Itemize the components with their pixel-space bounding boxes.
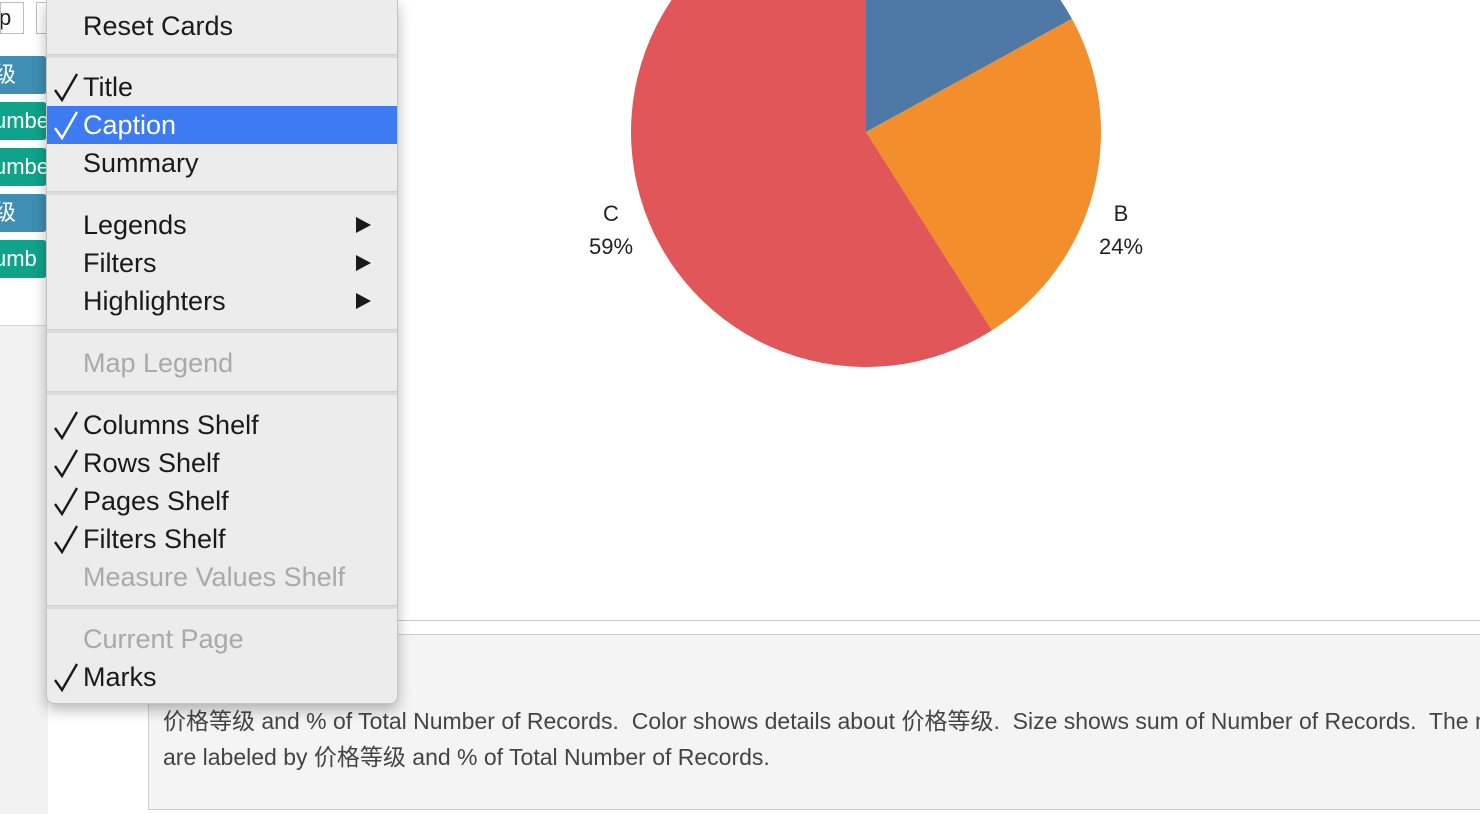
menu-item-filters-shelf[interactable]: Filters Shelf	[47, 520, 397, 558]
field-pill-label: umbe	[0, 154, 47, 179]
menu-item-label: Filters Shelf	[83, 524, 226, 554]
checkmark-icon	[54, 663, 79, 693]
field-pill-5[interactable]: umb	[0, 240, 47, 278]
menu-item-highlighters[interactable]: Highlighters	[47, 282, 397, 320]
menu-item-label: Rows Shelf	[83, 448, 220, 478]
menu-item-label: Pages Shelf	[83, 486, 229, 516]
menu-separator	[47, 54, 397, 58]
submenu-arrow-icon	[356, 217, 371, 233]
field-pill-label: umbe	[0, 108, 47, 133]
menu-item-label: Columns Shelf	[83, 410, 259, 440]
caption-text: 价格等级 and % of Total Number of Records. C…	[163, 708, 1480, 770]
menu-item-caption[interactable]: Caption	[47, 106, 397, 144]
view-divider	[396, 620, 1480, 621]
menu-item-filters[interactable]: Filters	[47, 244, 397, 282]
menu-item-label: Summary	[83, 148, 199, 178]
field-pill-4[interactable]: 级	[0, 194, 47, 232]
sidebar-search-input[interactable]: p	[0, 2, 24, 34]
checkmark-icon	[54, 525, 79, 555]
checkmark-icon	[54, 73, 79, 103]
checkmark-icon	[54, 487, 79, 517]
menu-separator	[47, 391, 397, 395]
slice-label-c-category: C	[603, 201, 619, 226]
submenu-arrow-icon	[356, 255, 371, 271]
menu-item-label: Legends	[83, 210, 187, 240]
menu-separator	[47, 605, 397, 609]
menu-item-label: Marks	[83, 662, 157, 692]
slice-label-b-value: 24%	[1099, 234, 1143, 259]
field-pill-label: umb	[0, 246, 37, 271]
menu-separator	[47, 191, 397, 195]
menu-item-label: Current Page	[83, 624, 244, 654]
menu-item-reset-cards[interactable]: Reset Cards	[47, 7, 397, 45]
field-pill-label: 级	[0, 62, 17, 87]
menu-item-map-legend: Map Legend	[47, 344, 397, 382]
menu-item-label: Map Legend	[83, 348, 234, 378]
left-sidebar: p 级 umbe umbe 级 umb	[0, 0, 48, 814]
menu-item-label: Caption	[83, 110, 177, 140]
show-cards-menu: Reset Cards Title Caption Summary Legend…	[46, 0, 398, 704]
menu-item-label: Highlighters	[83, 286, 226, 316]
menu-item-current-page: Current Page	[47, 620, 397, 658]
menu-item-label: Title	[83, 72, 134, 102]
menu-item-measure-values-shelf: Measure Values Shelf	[47, 558, 397, 596]
menu-item-pages-shelf[interactable]: Pages Shelf	[47, 482, 397, 520]
field-pill-label: 级	[0, 200, 17, 225]
menu-item-label: Reset Cards	[83, 11, 234, 41]
submenu-arrow-icon	[356, 293, 371, 309]
menu-item-rows-shelf[interactable]: Rows Shelf	[47, 444, 397, 482]
menu-item-marks[interactable]: Marks	[47, 658, 397, 696]
menu-item-label: Filters	[83, 248, 157, 278]
menu-item-title[interactable]: Title	[47, 68, 397, 106]
menu-separator	[47, 329, 397, 333]
menu-item-columns-shelf[interactable]: Columns Shelf	[47, 406, 397, 444]
field-pill-3[interactable]: umbe	[0, 148, 47, 186]
slice-label-b-category: B	[1114, 201, 1129, 226]
pie-chart: C 59% B 24%	[400, 0, 1480, 620]
menu-item-label: Measure Values Shelf	[83, 562, 346, 592]
field-pill-2[interactable]: umbe	[0, 102, 47, 140]
menu-item-summary[interactable]: Summary	[47, 144, 397, 182]
menu-item-legends[interactable]: Legends	[47, 206, 397, 244]
pie-chart-svg: C 59% B 24%	[589, 0, 1143, 367]
checkmark-icon	[54, 411, 79, 441]
checkmark-icon	[54, 449, 79, 479]
slice-label-c-value: 59%	[589, 234, 633, 259]
field-pill-1[interactable]: 级	[0, 56, 47, 94]
checkmark-icon	[54, 111, 79, 141]
